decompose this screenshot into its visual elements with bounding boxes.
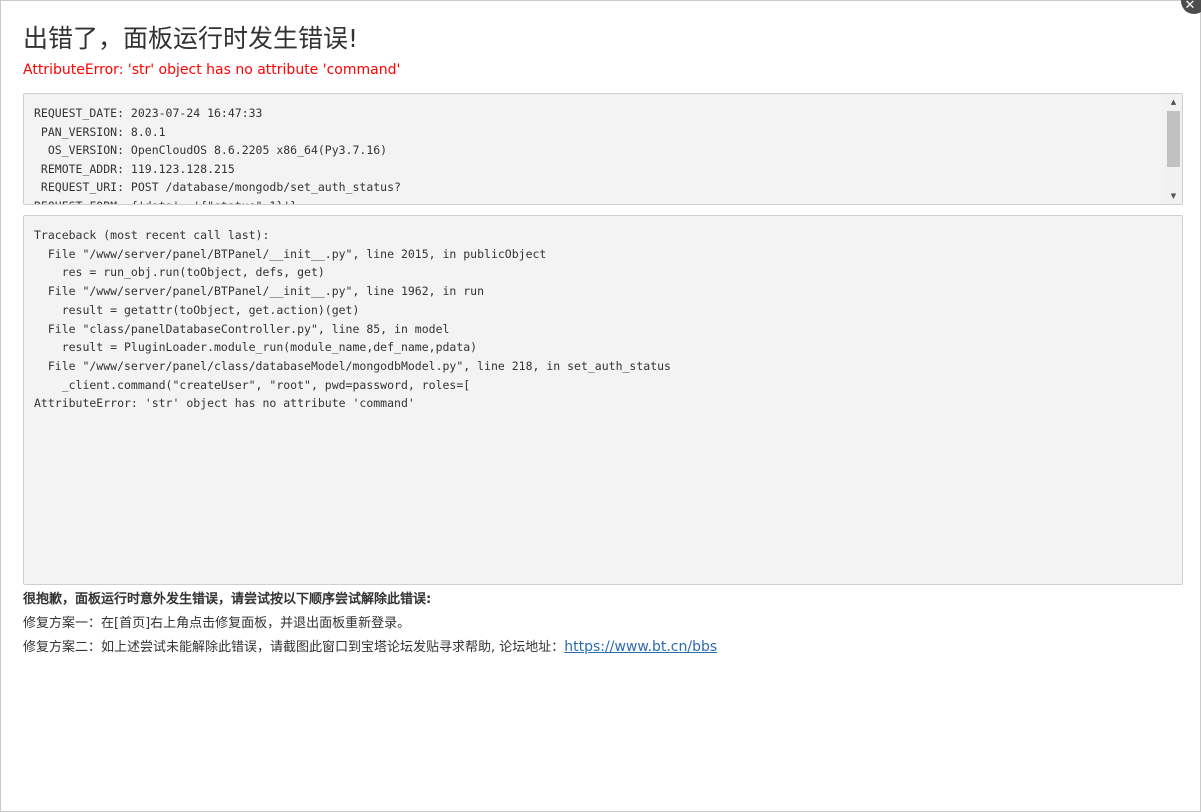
traceback-line: result = PluginLoader.module_run(module_… — [34, 340, 478, 355]
fix-option-one: 修复方案一：在[首页]右上角点击修复面板，并退出面板重新登录。 — [23, 616, 411, 631]
request-info-line: PAN_VERSION: 8.0.1 — [34, 124, 166, 139]
traceback-line: File "class/panelDatabaseController.py",… — [34, 321, 450, 336]
scroll-up-arrow-icon[interactable]: ▲ — [1165, 94, 1182, 110]
dialog-title: 出错了，面板运行时发生错误! — [23, 24, 359, 53]
traceback-line: AttributeError: 'str' object has no attr… — [34, 396, 415, 411]
request-info-line: REQUEST_FORM: {'data': '{"status":1}'} — [34, 197, 401, 205]
traceback-line: result = getattr(toObject, get.action)(g… — [34, 302, 360, 317]
request-info-line: OS_VERSION: OpenCloudOS 8.6.2205 x86_64(… — [34, 143, 388, 157]
traceback-line: res = run_obj.run(toObject, defs, get) — [34, 265, 325, 280]
traceback-line: File "/www/server/panel/class/databaseMo… — [34, 358, 671, 373]
help-title: 很抱歉，面板运行时意外发生错误，请尝试按以下顺序尝试解除此错误: — [23, 592, 432, 607]
traceback-text: Traceback (most recent call last): File … — [34, 226, 671, 413]
traceback-line: _client.command("createUser", "root", pw… — [34, 377, 471, 392]
traceback-line: File "/www/server/panel/BTPanel/__init__… — [34, 284, 485, 299]
fix-option-two-text: 修复方案二：如上述尝试未能解除此错误，请截图此窗口到宝塔论坛发贴寻求帮助, 论坛… — [23, 640, 565, 655]
request-info-line: REQUEST_URI: POST /database/mongodb/set_… — [34, 180, 401, 194]
request-info-scrollbar[interactable]: ▲ ▼ — [1165, 94, 1182, 204]
forum-link[interactable]: https://www.bt.cn/bbs — [564, 639, 717, 655]
request-info-line: REMOTE_ADDR: 119.123.128.215 — [34, 161, 235, 176]
traceback-line: File "/www/server/panel/BTPanel/__init__… — [34, 246, 547, 261]
request-info-box[interactable]: REQUEST_DATE: 2023-07-24 16:47:33 PAN_VE… — [23, 93, 1183, 205]
traceback-box: Traceback (most recent call last): File … — [23, 215, 1183, 585]
error-dialog: 出错了，面板运行时发生错误! AttributeError: 'str' obj… — [0, 0, 1201, 812]
error-message: AttributeError: 'str' object has no attr… — [23, 62, 401, 78]
request-info-text: REQUEST_DATE: 2023-07-24 16:47:33 PAN_VE… — [34, 104, 401, 205]
scroll-down-arrow-icon[interactable]: ▼ — [1165, 188, 1182, 204]
fix-option-two: 修复方案二：如上述尝试未能解除此错误，请截图此窗口到宝塔论坛发贴寻求帮助, 论坛… — [23, 636, 717, 655]
request-info-line: REQUEST_DATE: 2023-07-24 16:47:33 — [34, 106, 263, 120]
traceback-line: Traceback (most recent call last): — [34, 228, 270, 242]
scroll-thumb[interactable] — [1167, 111, 1180, 167]
